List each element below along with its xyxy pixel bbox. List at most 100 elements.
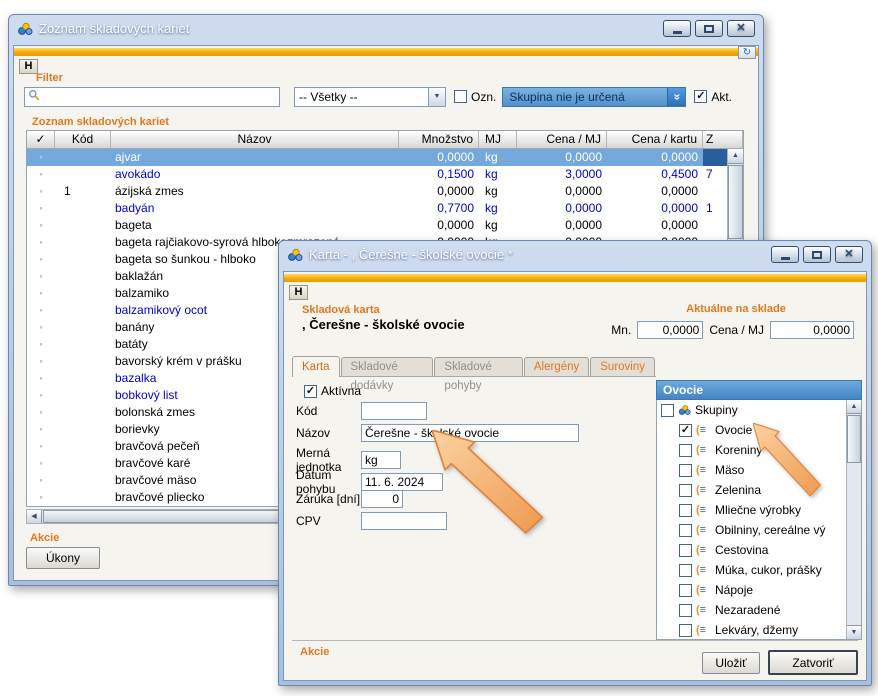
group-item[interactable]: (≡Nezaradené [657, 600, 846, 620]
group-checkbox[interactable] [679, 464, 692, 477]
group-checkbox[interactable] [679, 524, 692, 537]
tree-scrollbar[interactable]: ▲ ▼ [846, 400, 861, 639]
group-item[interactable]: (≡Nápoje [657, 580, 846, 600]
group-item[interactable]: (≡Mliečne výrobky [657, 500, 846, 520]
cell-marker: ◦ [27, 353, 55, 370]
refresh-button[interactable]: ↻ [738, 46, 756, 59]
column-header-check[interactable]: ✓ [27, 131, 55, 148]
tab-skladové-pohyby[interactable]: Skladové pohyby [434, 357, 522, 376]
datum-pohybu-field[interactable] [361, 473, 443, 491]
cell-cena_mj: 3,0000 [517, 166, 607, 183]
scroll-up-icon[interactable]: ▲ [847, 400, 861, 414]
h-button[interactable]: H [289, 285, 308, 300]
group-filter[interactable]: Skupina nie je určená » [502, 87, 686, 107]
group-checkbox[interactable] [679, 584, 692, 597]
column-header-kod[interactable]: Kód [55, 131, 111, 148]
table-row[interactable]: ◦badyán0,7700kg0,00000,00001 [27, 200, 727, 217]
column-header-nazov[interactable]: Názov [111, 131, 399, 148]
cell-z [703, 217, 727, 234]
titlebar[interactable]: Karta - , Čerešne - školské ovocie * ✕ [279, 241, 871, 268]
cell-kod [55, 319, 111, 336]
group-label: Ovocie [715, 423, 752, 437]
aktivna-checkbox[interactable]: ✓ [304, 385, 317, 398]
groups-root-row[interactable]: Skupiny [657, 400, 846, 420]
close-card-button[interactable]: Zatvoriť [768, 650, 858, 675]
scroll-left-icon[interactable]: ◀ [27, 510, 42, 523]
ozn-checkbox[interactable] [454, 90, 467, 103]
cell-cena_kartu: 0,0000 [607, 217, 703, 234]
cpv-label: CPV [296, 514, 361, 528]
group-checkbox[interactable] [679, 564, 692, 577]
group-label: Mäso [715, 463, 744, 477]
column-header-mj[interactable]: MJ [479, 131, 517, 148]
tree-scrollbar-thumb[interactable] [847, 415, 861, 463]
filter-type-select[interactable]: -- Všetky -- ▼ [294, 87, 446, 107]
group-item[interactable]: (≡Lekváry, džemy [657, 620, 846, 640]
table-row[interactable]: ◦ajvar0,0000kg0,00000,0000 [27, 149, 727, 166]
ozn-checkbox-group[interactable]: Ozn. [454, 90, 496, 104]
mn-value-field[interactable] [637, 321, 703, 339]
skupiny-checkbox[interactable] [661, 404, 674, 417]
table-row[interactable]: ◦bageta0,0000kg0,00000,0000 [27, 217, 727, 234]
cell-cena_mj: 0,0000 [517, 183, 607, 200]
search-input[interactable] [43, 89, 279, 105]
zaruka-field[interactable] [361, 490, 403, 508]
minimize-button[interactable] [771, 246, 799, 263]
minimize-button[interactable] [663, 20, 691, 37]
maximize-button[interactable] [695, 20, 723, 37]
table-row[interactable]: ◦1ázijská zmes0,0000kg0,00000,0000 [27, 183, 727, 200]
table-header-row[interactable]: ✓ Kód Názov Množstvo MJ Cena / MJ Cena /… [27, 131, 743, 149]
group-item[interactable]: (≡Obilniny, cereálne vý [657, 520, 846, 540]
scroll-down-icon[interactable]: ▼ [847, 625, 861, 639]
ukony-button[interactable]: Úkony [26, 547, 100, 569]
app-icon [17, 22, 33, 36]
cell-kod [55, 234, 111, 251]
vertical-scrollbar-thumb[interactable] [728, 165, 743, 239]
tab-alergény[interactable]: Alergény [524, 357, 589, 376]
ozn-label: Ozn. [471, 90, 496, 104]
group-checkbox[interactable] [679, 444, 692, 457]
akt-checkbox[interactable]: ✓ [694, 90, 707, 103]
tab-karta[interactable]: Karta [292, 356, 340, 377]
group-checkbox[interactable]: ✓ [679, 424, 692, 437]
merna-jednotka-field[interactable] [361, 451, 401, 469]
column-header-mnozstvo[interactable]: Množstvo [399, 131, 479, 148]
save-button[interactable]: Uložiť [702, 652, 760, 674]
titlebar[interactable]: Zoznam skladových kariet ✕ [9, 15, 763, 42]
kod-field[interactable] [361, 402, 427, 420]
group-filter-expand-button[interactable]: » [667, 88, 685, 106]
group-checkbox[interactable] [679, 624, 692, 637]
list-icon: (≡ [696, 564, 711, 576]
aktivna-checkbox-group[interactable]: ✓ Aktívna [304, 384, 361, 398]
group-item[interactable]: (≡Cestovina [657, 540, 846, 560]
maximize-icon [812, 251, 822, 259]
group-label: Nezaradené [715, 603, 780, 617]
cell-kod [55, 200, 111, 217]
group-item[interactable]: (≡Múka, cukor, prášky [657, 560, 846, 580]
group-checkbox[interactable] [679, 504, 692, 517]
table-row[interactable]: ◦avokádo0,1500kg3,00000,45007 [27, 166, 727, 183]
cena-mj-value-field[interactable] [770, 321, 854, 339]
tab-suroviny[interactable]: Suroviny [590, 357, 655, 376]
group-label: Obilniny, cereálne vý [715, 523, 826, 537]
cell-kod [55, 217, 111, 234]
group-checkbox[interactable] [679, 544, 692, 557]
akt-checkbox-group[interactable]: ✓ Akt. [694, 90, 732, 104]
maximize-button[interactable] [803, 246, 831, 263]
close-button[interactable]: ✕ [727, 20, 755, 37]
column-header-cena-kartu[interactable]: Cena / kartu [607, 131, 703, 148]
section-title: Zoznam skladových kariet [32, 116, 169, 128]
column-header-cena-mj[interactable]: Cena / MJ [517, 131, 607, 148]
group-checkbox[interactable] [679, 484, 692, 497]
cell-nazov: avokádo [111, 166, 399, 183]
accent-bar [14, 48, 758, 56]
dropdown-arrow-icon[interactable]: ▼ [428, 88, 445, 106]
column-header-z[interactable]: Z [703, 131, 743, 148]
group-checkbox[interactable] [679, 604, 692, 617]
tab-skladové-dodávky[interactable]: Skladové dodávky [341, 357, 434, 376]
cell-kod [55, 285, 111, 302]
scroll-up-icon[interactable]: ▲ [728, 149, 743, 164]
akt-label: Akt. [711, 90, 732, 104]
close-button[interactable]: ✕ [835, 246, 863, 263]
search-box[interactable] [24, 87, 280, 107]
